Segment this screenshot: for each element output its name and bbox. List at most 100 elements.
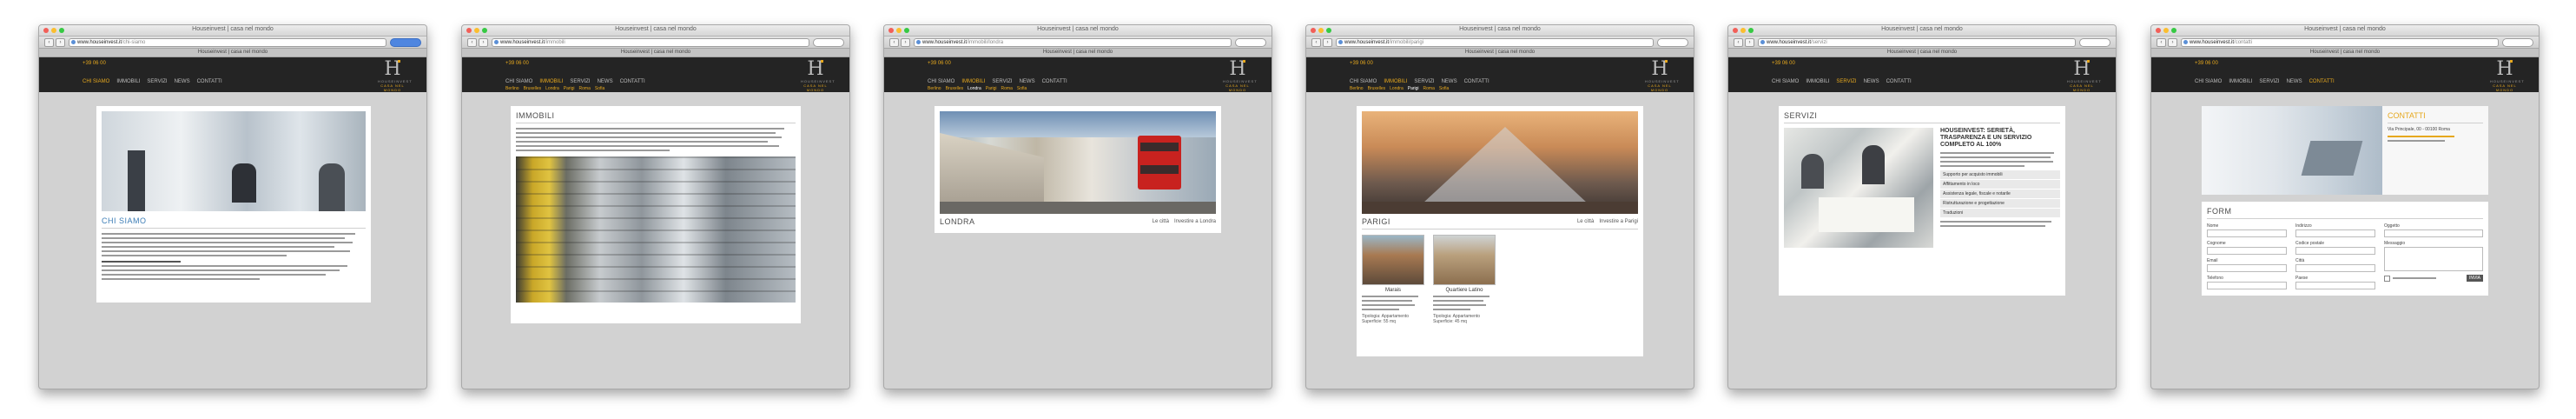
menu-item-immobili[interactable]: Immobili xyxy=(2229,79,2252,84)
menu-item-contatti[interactable]: Contatti xyxy=(620,79,645,84)
menu-item-news[interactable]: News xyxy=(1020,79,1035,84)
send-button[interactable]: INVIA xyxy=(2466,275,2483,282)
menu-item-chi-siamo[interactable]: Chi siamo xyxy=(83,79,109,84)
email-input[interactable] xyxy=(2207,264,2287,272)
menu-item-contatti[interactable]: Contatti xyxy=(1886,79,1912,84)
url-field[interactable]: www.houseinvest.it/chi-siamo xyxy=(69,38,386,47)
city-link-berlino[interactable]: Berlino xyxy=(928,86,941,91)
city-link-parigi[interactable]: Parigi xyxy=(1408,86,1419,91)
menu-item-news[interactable]: News xyxy=(2287,79,2302,84)
city-link-bruxelles[interactable]: Bruxelles xyxy=(524,86,542,91)
city-link-londra[interactable]: Londra xyxy=(545,86,559,91)
city-link-londra[interactable]: Londra xyxy=(968,86,981,91)
property-card[interactable]: Quartiere Latino Tipologia: Appartamento… xyxy=(1433,235,1496,324)
back-arrow-icon[interactable]: ‹ xyxy=(1311,38,1321,47)
search-field[interactable] xyxy=(2502,38,2533,47)
service-item[interactable]: Traduzioni xyxy=(1940,209,2060,217)
menu-item-chi-siamo[interactable]: Chi siamo xyxy=(1350,79,1377,84)
menu-item-news[interactable]: News xyxy=(1864,79,1879,84)
city-link-parigi[interactable]: Parigi xyxy=(564,86,575,91)
codice-postale-input[interactable] xyxy=(2295,247,2375,255)
oggetto-input[interactable] xyxy=(2384,229,2483,237)
menu-item-immobili[interactable]: Immobili xyxy=(116,79,140,84)
city-link-roma[interactable]: Roma xyxy=(1423,86,1435,91)
back-arrow-icon[interactable]: ‹ xyxy=(44,38,54,47)
search-field[interactable] xyxy=(390,38,421,47)
forward-arrow-icon[interactable]: › xyxy=(1745,38,1754,47)
city-link-bruxelles[interactable]: Bruxelles xyxy=(1368,86,1386,91)
menu-item-news[interactable]: News xyxy=(1442,79,1457,84)
menu-item-chi-siamo[interactable]: Chi siamo xyxy=(1772,79,1799,84)
messaggio-textarea[interactable] xyxy=(2384,247,2483,271)
forward-arrow-icon[interactable]: › xyxy=(901,38,910,47)
service-item[interactable]: Affittamento in loco xyxy=(1940,180,2060,190)
citta-input[interactable] xyxy=(2295,264,2375,272)
url-field[interactable]: www.houseinvest.it/immobili/londra xyxy=(914,38,1232,47)
url-field[interactable]: www.houseinvest.it/contatti xyxy=(2181,38,2499,47)
menu-item-servizi[interactable]: Servizi xyxy=(1836,79,1856,84)
menu-item-contatti[interactable]: Contatti xyxy=(2309,79,2335,84)
city-link-berlino[interactable]: Berlino xyxy=(505,86,519,91)
url-field[interactable]: www.houseinvest.it/immobili/parigi xyxy=(1336,38,1654,47)
city-link-sofia[interactable]: Sofia xyxy=(595,86,604,91)
site-logo[interactable]: H HOUSEINVEST CASA NEL MONDO xyxy=(378,60,412,93)
service-item[interactable]: Ristrutturazione e progettazione xyxy=(1940,199,2060,209)
city-link-berlino[interactable]: Berlino xyxy=(1350,86,1364,91)
privacy-checkbox[interactable] xyxy=(2384,275,2390,282)
cognome-input[interactable] xyxy=(2207,247,2287,255)
menu-item-immobili[interactable]: Immobili xyxy=(539,79,563,84)
menu-item-news[interactable]: News xyxy=(598,79,613,84)
menu-item-servizi[interactable]: Servizi xyxy=(992,79,1012,84)
menu-item-news[interactable]: News xyxy=(175,79,190,84)
site-logo[interactable]: H HOUSEINVEST CASA NEL MONDO xyxy=(801,60,835,93)
city-link-roma[interactable]: Roma xyxy=(579,86,591,91)
site-logo[interactable]: H HOUSEINVEST CASA NEL MONDO xyxy=(1223,60,1257,93)
site-logo[interactable]: H HOUSEINVEST CASA NEL MONDO xyxy=(1645,60,1679,93)
url-field[interactable]: www.houseinvest.it/immobili xyxy=(492,38,809,47)
search-field[interactable] xyxy=(2079,38,2110,47)
forward-arrow-icon[interactable]: › xyxy=(56,38,65,47)
forward-arrow-icon[interactable]: › xyxy=(2168,38,2177,47)
menu-item-chi-siamo[interactable]: Chi siamo xyxy=(2195,79,2222,84)
city-link-londra[interactable]: Londra xyxy=(1390,86,1404,91)
menu-item-servizi[interactable]: Servizi xyxy=(147,79,167,84)
nome-input[interactable] xyxy=(2207,229,2287,237)
search-field[interactable] xyxy=(813,38,844,47)
back-arrow-icon[interactable]: ‹ xyxy=(2157,38,2166,47)
back-arrow-icon[interactable]: ‹ xyxy=(889,38,899,47)
property-card[interactable]: Marais Tipologia: Appartamento Superfici… xyxy=(1362,235,1424,324)
indirizzo-input[interactable] xyxy=(2295,229,2375,237)
link-investire-londra[interactable]: Investire a Londra xyxy=(1174,219,1216,224)
city-link-sofia[interactable]: Sofia xyxy=(1017,86,1027,91)
url-field[interactable]: www.houseinvest.it/servizi xyxy=(1758,38,2076,47)
menu-item-chi-siamo[interactable]: Chi siamo xyxy=(505,79,532,84)
menu-item-immobili[interactable]: Immobili xyxy=(1806,79,1829,84)
city-link-parigi[interactable]: Parigi xyxy=(986,86,997,91)
menu-item-contatti[interactable]: Contatti xyxy=(197,79,222,84)
search-field[interactable] xyxy=(1235,38,1266,47)
menu-item-contatti[interactable]: Contatti xyxy=(1464,79,1489,84)
city-link-roma[interactable]: Roma xyxy=(1001,86,1013,91)
menu-item-chi-siamo[interactable]: Chi siamo xyxy=(928,79,954,84)
site-logo[interactable]: H HOUSEINVEST CASA NEL MONDO xyxy=(2490,60,2524,93)
site-logo[interactable]: H HOUSEINVEST CASA NEL MONDO xyxy=(2067,60,2101,93)
menu-item-immobili[interactable]: Immobili xyxy=(1384,79,1407,84)
menu-item-servizi[interactable]: Servizi xyxy=(570,79,590,84)
menu-item-contatti[interactable]: Contatti xyxy=(1042,79,1067,84)
service-item[interactable]: Supporto per acquisto immobili xyxy=(1940,170,2060,180)
menu-item-servizi[interactable]: Servizi xyxy=(2259,79,2279,84)
forward-arrow-icon[interactable]: › xyxy=(479,38,488,47)
city-link-sofia[interactable]: Sofia xyxy=(1439,86,1449,91)
link-le-citta[interactable]: Le città xyxy=(1153,219,1169,224)
menu-item-servizi[interactable]: Servizi xyxy=(1414,79,1434,84)
forward-arrow-icon[interactable]: › xyxy=(1323,38,1332,47)
link-investire-parigi[interactable]: Investire a Parigi xyxy=(1599,219,1638,224)
city-link-bruxelles[interactable]: Bruxelles xyxy=(946,86,964,91)
telefono-input[interactable] xyxy=(2207,282,2287,289)
back-arrow-icon[interactable]: ‹ xyxy=(1734,38,1743,47)
search-field[interactable] xyxy=(1657,38,1688,47)
back-arrow-icon[interactable]: ‹ xyxy=(467,38,477,47)
service-item[interactable]: Assistenza legale, fiscale e notarile xyxy=(1940,190,2060,199)
menu-item-immobili[interactable]: Immobili xyxy=(961,79,985,84)
paese-input[interactable] xyxy=(2295,282,2375,289)
